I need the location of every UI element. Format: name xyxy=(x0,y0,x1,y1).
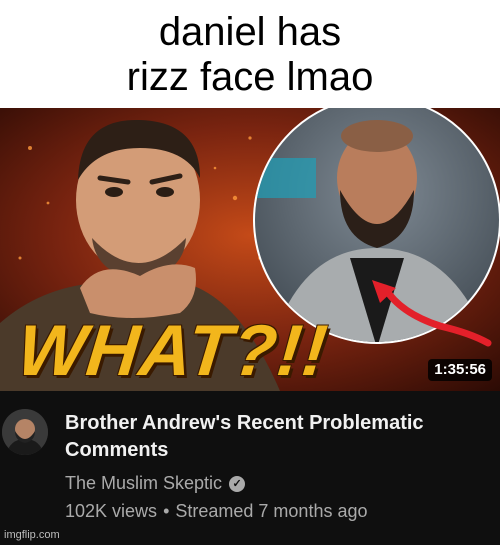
caption-line-2: rizz face lmao xyxy=(126,55,374,99)
stream-date: Streamed 7 months ago xyxy=(175,501,368,521)
video-stats: 102K views • Streamed 7 months ago xyxy=(65,501,368,522)
check-circle-icon: ✓ xyxy=(229,475,246,492)
video-thumbnail[interactable]: WHAT?!! 1:35:56 xyxy=(0,108,500,391)
view-count: 102K views xyxy=(65,501,158,521)
avatar-icon xyxy=(2,409,48,455)
video-metadata: Brother Andrew's Recent Problematic Comm… xyxy=(0,391,500,545)
video-title-line-1: Brother Andrew's Recent Problematic xyxy=(65,412,424,434)
channel-avatar[interactable] xyxy=(2,409,48,455)
video-title-line-2: Comments xyxy=(65,439,169,461)
channel-name: The Muslim Skeptic xyxy=(65,473,223,493)
thumbnail-overlay-text: WHAT?!! xyxy=(13,311,332,391)
meme-caption: daniel has rizz face lmao xyxy=(0,0,500,108)
caption-line-1: daniel has xyxy=(158,10,342,54)
video-duration-badge: 1:35:56 xyxy=(428,359,492,381)
imgflip-watermark: imgflip.com xyxy=(4,529,60,541)
separator-dot: • xyxy=(163,501,170,521)
video-title[interactable]: Brother Andrew's Recent Problematic Comm… xyxy=(65,410,465,464)
channel-row[interactable]: The Muslim Skeptic ✓ xyxy=(65,473,246,494)
